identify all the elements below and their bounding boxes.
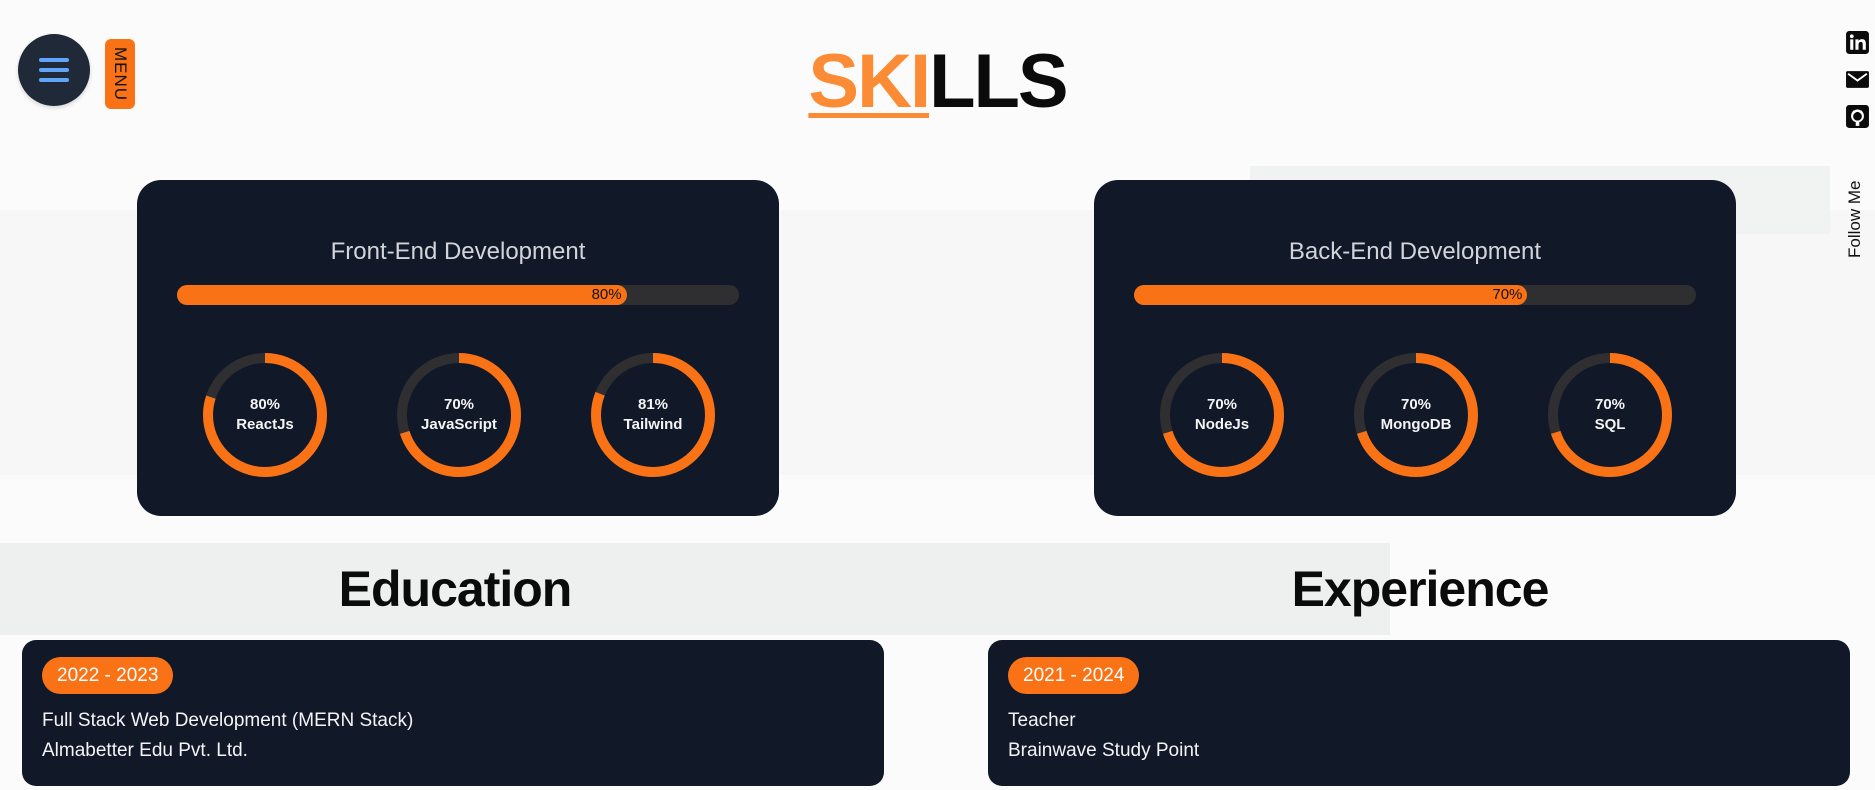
ring-percent: 80% [249, 396, 281, 413]
page-title: SKILLS [0, 38, 1875, 125]
skill-ring-sql: 70% SQL [1548, 353, 1672, 477]
skill-rings: 70% NodeJs 70% MongoDB 70% SQL [1094, 353, 1736, 477]
card-title: Back-End Development [1288, 238, 1542, 265]
progress-fill: 80% [177, 285, 627, 305]
frontend-skills-card: Front-End Development 80% 80% ReactJs 70… [137, 180, 779, 516]
education-card: 2022 - 2023 Full Stack Web Development (… [22, 640, 884, 786]
ring-chart [203, 353, 327, 477]
background-band [0, 543, 1390, 635]
skill-ring-mongodb: 70% MongoDB [1354, 353, 1478, 477]
employer-name: Brainwave Study Point [1008, 740, 1200, 761]
social-links [1844, 30, 1870, 129]
ring-percent: 70% [1594, 396, 1626, 413]
ring-name: Tailwind [623, 416, 683, 433]
ring-percent: 70% [1206, 396, 1238, 413]
ring-name: NodeJs [1194, 416, 1250, 433]
ring-percent: 70% [443, 396, 475, 413]
job-title: Teacher [1008, 710, 1076, 731]
mail-icon[interactable] [1845, 67, 1870, 92]
progress-fill: 70% [1134, 285, 1528, 305]
course-title: Full Stack Web Development (MERN Stack) [42, 710, 414, 731]
progress-bar: 70% [1134, 285, 1696, 305]
page-title-accent: SKI [808, 39, 931, 124]
ring-name: ReactJs [236, 416, 294, 433]
ring-name: SQL [1594, 416, 1626, 433]
years-badge: 2021 - 2024 [1008, 657, 1140, 694]
progress-label: 80% [591, 286, 622, 303]
linkedin-icon[interactable] [1845, 30, 1870, 55]
institution-name: Almabetter Edu Pvt. Ltd. [42, 740, 248, 761]
skill-ring-tailwind: 81% Tailwind [591, 353, 715, 477]
education-heading: Education [338, 561, 573, 617]
page-title-rest: LLS [929, 39, 1069, 124]
ring-chart [1354, 353, 1478, 477]
skill-ring-nodejs: 70% NodeJs [1160, 353, 1284, 477]
ring-percent: 81% [637, 396, 669, 413]
progress-label: 70% [1492, 286, 1523, 303]
ring-chart [591, 353, 715, 477]
skill-ring-javascript: 70% JavaScript [397, 353, 521, 477]
card-title: Front-End Development [330, 238, 586, 265]
github-icon[interactable] [1845, 104, 1870, 129]
ring-chart [397, 353, 521, 477]
ring-name: MongoDB [1380, 416, 1452, 433]
experience-card: 2021 - 2024 Teacher Brainwave Study Poin… [988, 640, 1850, 786]
experience-heading: Experience [1291, 561, 1550, 617]
progress-bar: 80% [177, 285, 739, 305]
years-badge: 2022 - 2023 [42, 657, 174, 694]
ring-chart [1160, 353, 1284, 477]
skill-ring-reactjs: 80% ReactJs [203, 353, 327, 477]
backend-skills-card: Back-End Development 70% 70% NodeJs 70% … [1094, 180, 1736, 516]
skill-rings: 80% ReactJs 70% JavaScript 81% Tailwind [137, 353, 779, 477]
ring-name: JavaScript [421, 416, 497, 433]
ring-percent: 70% [1400, 396, 1432, 413]
follow-me-label: Follow Me [1845, 180, 1864, 258]
ring-chart [1548, 353, 1672, 477]
